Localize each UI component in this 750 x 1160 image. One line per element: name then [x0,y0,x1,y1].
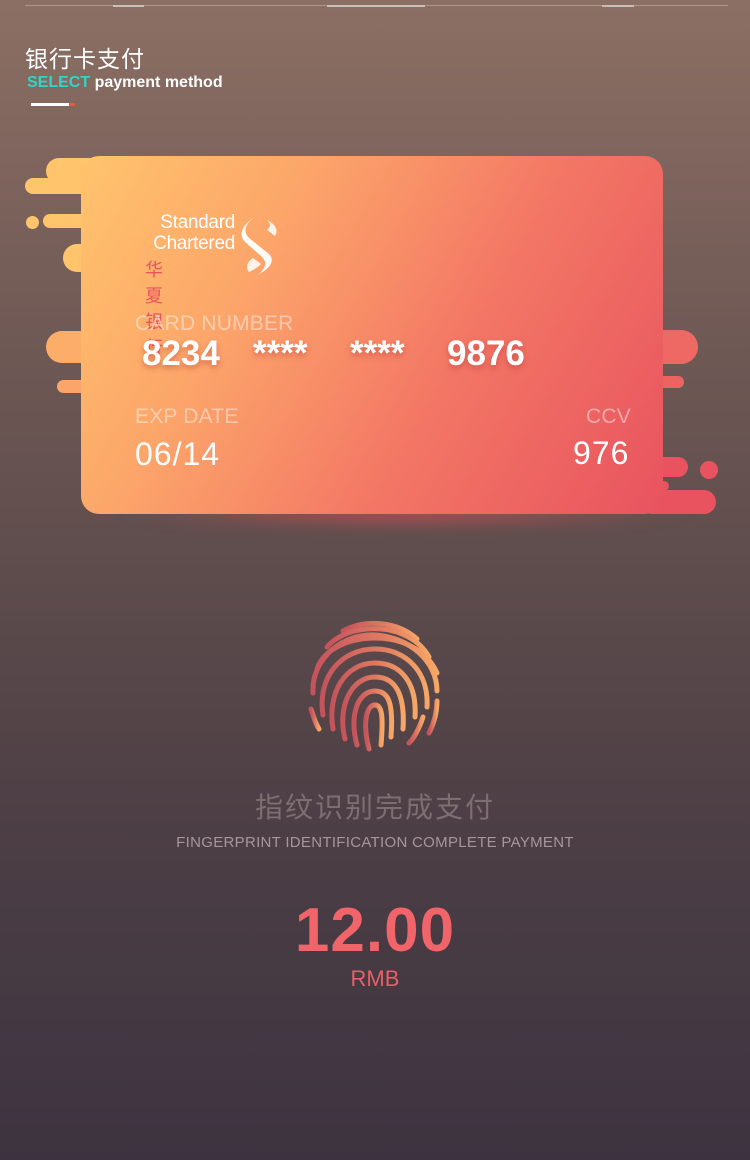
card-number-label: CARD NUMBER [135,312,294,335]
card-number-group-1: 8234 [142,334,220,373]
fingerprint-icon[interactable] [305,617,445,752]
speed-dot [26,216,39,229]
page-title: 银行卡支付 [25,47,145,73]
exp-date-label: EXP DATE [135,405,239,428]
card-number-group-2: **** [253,334,308,373]
payment-amount: 12.00 [294,896,456,965]
bank-name-en-line2: Chartered [153,233,235,254]
bank-logo-icon [241,214,277,274]
subtitle-rest: payment method [94,74,223,91]
fingerprint-title-zh: 指纹识别完成支付 [254,791,495,824]
title-underline-accent [69,103,75,106]
card-number-group-4: 9876 [447,334,525,373]
page-subtitle: SELECT payment method [27,74,223,92]
card-number-group-3: **** [350,334,405,373]
top-divider-lines [0,5,750,8]
bank-card-area: Standard Chartered 华夏银行 CARD NUMBER 8234… [0,150,750,550]
exp-date-value: 06/14 [135,436,221,472]
ccv-label: CCV [586,405,631,428]
ccv-value: 976 [573,435,630,471]
subtitle-highlight: SELECT [27,74,91,91]
bank-name-en: Standard Chartered [135,212,235,254]
speed-dot [700,461,718,479]
bank-name-en-line1: Standard [160,212,235,233]
title-underline [31,103,69,106]
payment-currency: RMB [350,966,400,991]
fingerprint-title-en: FINGERPRINT IDENTIFICATION COMPLETE PAYM… [176,834,574,851]
